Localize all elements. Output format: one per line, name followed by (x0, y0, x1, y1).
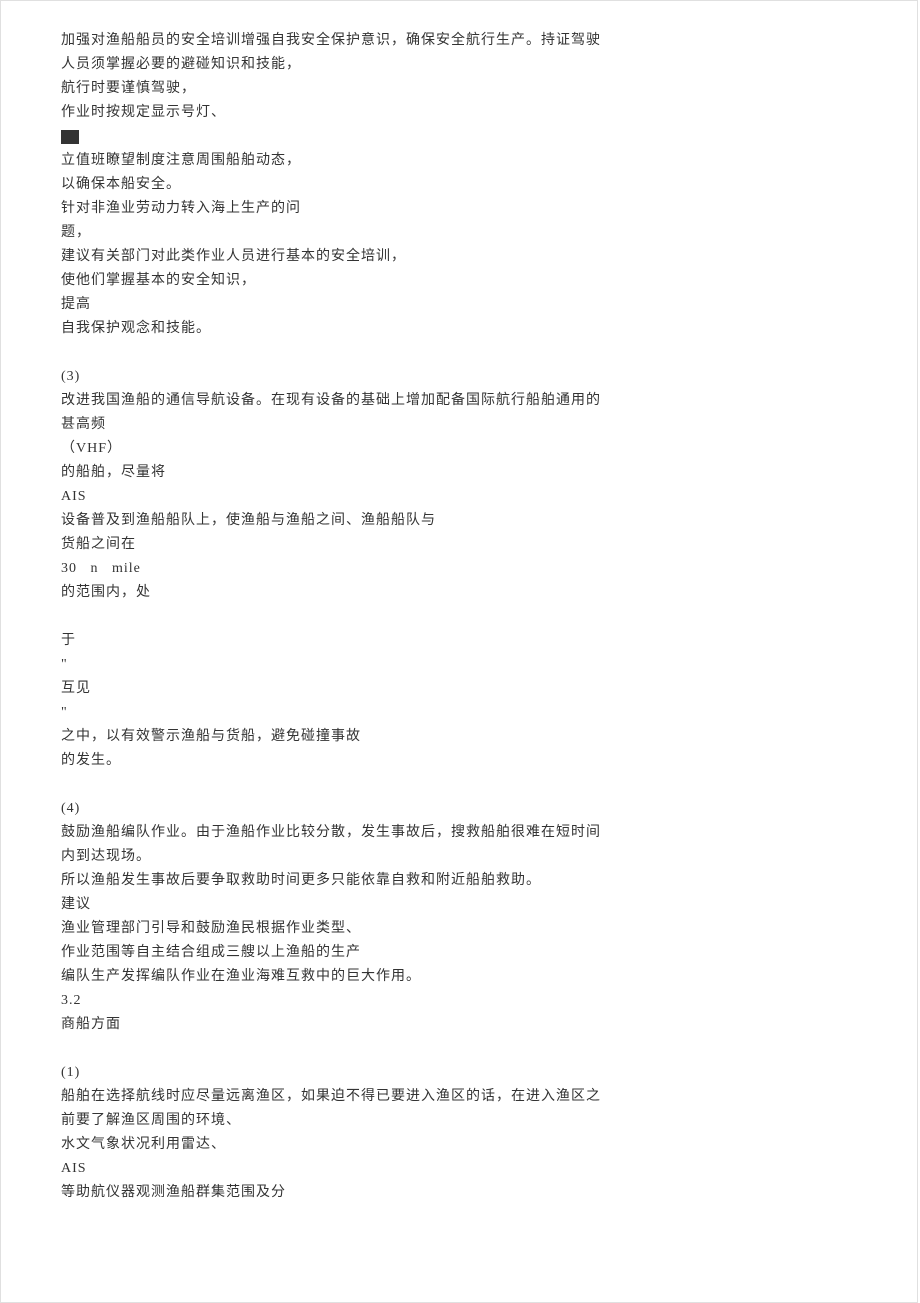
blank-line (61, 341, 917, 365)
text-line: 航行时要谨慎驾驶， (61, 77, 917, 101)
text-line: 等助航仪器观测渔船群集范围及分 (61, 1181, 917, 1205)
text-line: 题， (61, 221, 917, 245)
text-line: （VHF） (61, 437, 917, 461)
text-line: " (61, 653, 917, 677)
blank-line (61, 773, 917, 797)
text-line: 加强对渔船船员的安全培训增强自我安全保护意识，确保安全航行生产。持证驾驶 (61, 29, 917, 53)
text-line: 作业时按规定显示号灯、 (61, 101, 917, 125)
text-line: " (61, 701, 917, 725)
text-line: 以确保本船安全。 (61, 173, 917, 197)
text-line: 于 (61, 629, 917, 653)
text-line: AIS (61, 1157, 917, 1181)
text-line: 作业范围等自主结合组成三艘以上渔船的生产 (61, 941, 917, 965)
text-line: 立值班瞭望制度注意周围船舶动态， (61, 149, 917, 173)
text-line: 船舶在选择航线时应尽量远离渔区，如果迫不得已要进入渔区的话，在进入渔区之 (61, 1085, 917, 1109)
blank-line (61, 1037, 917, 1061)
text-line: 3.2 (61, 989, 917, 1013)
text-line: 之中，以有效警示渔船与货船，避免碰撞事故 (61, 725, 917, 749)
text-line: 使他们掌握基本的安全知识， (61, 269, 917, 293)
text-line: 商船方面 (61, 1013, 917, 1037)
text-line: 内到达现场。 (61, 845, 917, 869)
document-page: 加强对渔船船员的安全培训增强自我安全保护意识，确保安全航行生产。持证驾驶人员须掌… (0, 0, 918, 1303)
text-line: AIS (61, 485, 917, 509)
text-line: 针对非渔业劳动力转入海上生产的问 (61, 197, 917, 221)
text-line: 提高 (61, 293, 917, 317)
text-line: 的范围内，处 (61, 581, 917, 605)
text-line: 前要了解渔区周围的环境、 (61, 1109, 917, 1133)
text-line: 建议有关部门对此类作业人员进行基本的安全培训， (61, 245, 917, 269)
text-line: (4) (61, 797, 917, 821)
text-line: 设备普及到渔船船队上，使渔船与渔船之间、渔船船队与 (61, 509, 917, 533)
text-line: 的船舶，尽量将 (61, 461, 917, 485)
text-line: (3) (61, 365, 917, 389)
text-line-smudge (61, 125, 917, 149)
text-line: 建议 (61, 893, 917, 917)
document-content: 加强对渔船船员的安全培训增强自我安全保护意识，确保安全航行生产。持证驾驶人员须掌… (61, 29, 917, 1205)
text-line: 水文气象状况利用雷达、 (61, 1133, 917, 1157)
text-line: 的发生。 (61, 749, 917, 773)
text-line: 自我保护观念和技能。 (61, 317, 917, 341)
text-line: 编队生产发挥编队作业在渔业海难互救中的巨大作用。 (61, 965, 917, 989)
text-line: 30 n mile (61, 557, 917, 581)
text-line: 人员须掌握必要的避碰知识和技能， (61, 53, 917, 77)
text-line: (1) (61, 1061, 917, 1085)
text-line: 互见 (61, 677, 917, 701)
text-line: 改进我国渔船的通信导航设备。在现有设备的基础上增加配备国际航行船舶通用的 (61, 389, 917, 413)
text-line: 渔业管理部门引导和鼓励渔民根据作业类型、 (61, 917, 917, 941)
text-line: 所以渔船发生事故后要争取救助时间更多只能依靠自救和附近船舶救助。 (61, 869, 917, 893)
smudge-mark (61, 130, 79, 144)
text-line: 甚高频 (61, 413, 917, 437)
text-line: 货船之间在 (61, 533, 917, 557)
text-line: 鼓励渔船编队作业。由于渔船作业比较分散，发生事故后，搜救船舶很难在短时间 (61, 821, 917, 845)
blank-line (61, 605, 917, 629)
